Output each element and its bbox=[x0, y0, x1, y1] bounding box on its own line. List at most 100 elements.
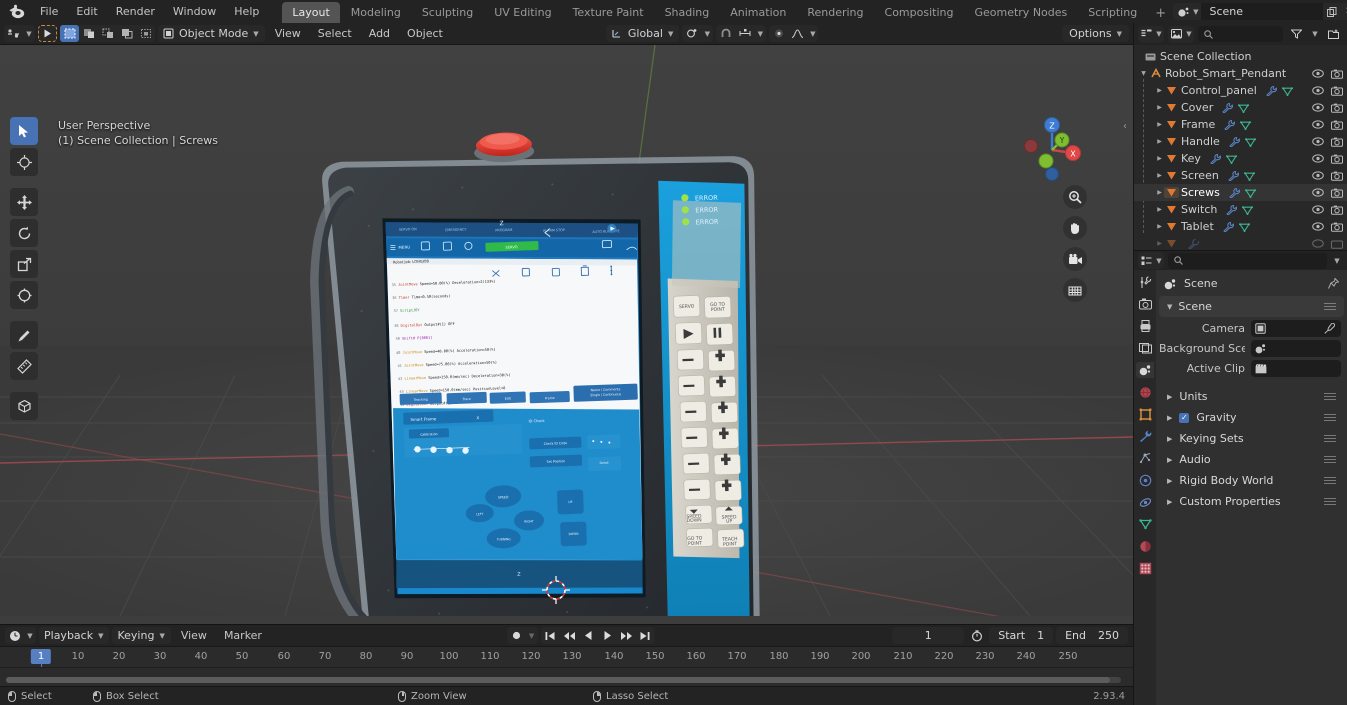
active-clip-field[interactable] bbox=[1251, 360, 1341, 377]
tab-object-data-icon[interactable] bbox=[1136, 516, 1154, 532]
tab-sculpting[interactable]: Sculpting bbox=[412, 2, 483, 23]
new-collection-icon[interactable] bbox=[1324, 26, 1343, 43]
zoom-icon[interactable] bbox=[1063, 185, 1087, 209]
tool-move-icon[interactable] bbox=[10, 188, 38, 216]
background-scene-field[interactable] bbox=[1251, 340, 1341, 357]
outliner-item-frame[interactable]: ▶ Frame bbox=[1134, 116, 1347, 133]
proportional-edit-icon[interactable] bbox=[769, 25, 788, 42]
editor-type-selector[interactable]: ▼ bbox=[4, 25, 35, 42]
tab-tool-icon[interactable] bbox=[1136, 274, 1154, 290]
outliner-item-tablet[interactable]: ▶ Tablet bbox=[1134, 218, 1347, 235]
3d-viewport[interactable]: ERROR ERROR ERROR bbox=[0, 45, 1133, 624]
select-intersect-icon[interactable] bbox=[117, 25, 136, 42]
play-reverse-icon[interactable] bbox=[579, 627, 598, 644]
timeline-menu-view[interactable]: View bbox=[174, 627, 214, 644]
tab-layout[interactable]: Layout bbox=[282, 2, 339, 23]
falloff-caret[interactable]: ▼ bbox=[807, 25, 818, 42]
playback-menu[interactable]: Playback▼ bbox=[39, 627, 109, 644]
section-rigid-body-world[interactable]: ▶ Rigid Body World bbox=[1159, 470, 1344, 491]
tab-particles-icon[interactable] bbox=[1136, 450, 1154, 466]
frame-start-field[interactable]: Start 1 bbox=[989, 627, 1053, 644]
properties-search-input[interactable] bbox=[1168, 253, 1327, 269]
transform-orientation-dropdown[interactable]: Global ▼ bbox=[606, 25, 679, 42]
keying-menu[interactable]: Keying▼ bbox=[112, 627, 170, 644]
tool-select-box-icon[interactable] bbox=[10, 117, 38, 145]
next-keyframe-icon[interactable] bbox=[617, 627, 636, 644]
pivot-caret[interactable]: ▼ bbox=[701, 25, 713, 42]
add-workspace-button[interactable]: + bbox=[1148, 4, 1173, 23]
display-mode-caret[interactable]: ▼ bbox=[1184, 26, 1194, 43]
tool-annotate-icon[interactable] bbox=[10, 321, 38, 349]
record-caret[interactable]: ▼ bbox=[526, 627, 538, 644]
play-icon[interactable] bbox=[598, 627, 617, 644]
tab-scene-icon[interactable] bbox=[1136, 362, 1154, 378]
tool-cursor-icon[interactable] bbox=[10, 148, 38, 176]
timeline-scrollbar[interactable] bbox=[6, 677, 1121, 683]
clock-icon[interactable] bbox=[5, 627, 24, 644]
tool-transform-icon[interactable] bbox=[10, 281, 38, 309]
timeline-ruler[interactable]: 1 10 20 30 40 50 60 70 80 90 100 110 120… bbox=[0, 647, 1133, 668]
pivot-point-icon[interactable] bbox=[682, 25, 701, 42]
select-box-icon[interactable] bbox=[60, 25, 79, 42]
viewport-options-button[interactable]: Options ▼ bbox=[1062, 25, 1129, 42]
record-icon[interactable] bbox=[507, 627, 526, 644]
outliner-type-caret[interactable]: ▼ bbox=[1154, 26, 1164, 43]
menu-render[interactable]: Render bbox=[107, 2, 164, 21]
filter-icon[interactable] bbox=[1287, 26, 1306, 43]
prev-keyframe-icon[interactable] bbox=[560, 627, 579, 644]
properties-editor-type[interactable]: ▼ bbox=[1138, 252, 1164, 269]
snap-group[interactable]: ▼ bbox=[716, 25, 766, 42]
tab-geometry-nodes[interactable]: Geometry Nodes bbox=[964, 2, 1077, 23]
snap-magnet-icon[interactable] bbox=[716, 25, 735, 42]
tab-rendering[interactable]: Rendering bbox=[797, 2, 873, 23]
display-mode-group[interactable]: ▼ bbox=[1168, 26, 1194, 43]
timeline-menu-marker[interactable]: Marker bbox=[217, 627, 269, 644]
filter-caret[interactable]: ▼ bbox=[1310, 26, 1320, 43]
properties-icon[interactable] bbox=[1138, 252, 1154, 269]
jump-start-icon[interactable] bbox=[541, 627, 560, 644]
editor-type-caret[interactable]: ▼ bbox=[23, 25, 35, 42]
outliner-item-partial[interactable]: ▶ bbox=[1134, 235, 1347, 250]
falloff-curve-icon[interactable] bbox=[788, 25, 807, 42]
outliner-item-cover[interactable]: ▶ Cover bbox=[1134, 99, 1347, 116]
menu-window[interactable]: Window bbox=[164, 2, 225, 21]
pin-icon[interactable] bbox=[1328, 278, 1339, 289]
tab-view-layer-icon[interactable] bbox=[1136, 340, 1154, 356]
tool-add-cube-icon[interactable] bbox=[10, 392, 38, 420]
tab-uv-editing[interactable]: UV Editing bbox=[484, 2, 561, 23]
timeline-strip[interactable]: 1 10 20 30 40 50 60 70 80 90 100 110 120… bbox=[0, 646, 1133, 686]
outliner-root-object[interactable]: ▼ Robot_Smart_Pendant bbox=[1134, 65, 1347, 82]
outliner-editor-type[interactable]: ▼ bbox=[1138, 26, 1164, 43]
outliner-item-screws[interactable]: ▶ Screws bbox=[1134, 184, 1347, 201]
section-keying-sets[interactable]: ▶ Keying Sets bbox=[1159, 428, 1344, 449]
tool-scale-icon[interactable] bbox=[10, 250, 38, 278]
timeline-type-caret[interactable]: ▼ bbox=[24, 627, 36, 644]
outliner-item-handle[interactable]: ▶ Handle bbox=[1134, 133, 1347, 150]
scene-panel-header[interactable]: ▼ Scene bbox=[1159, 296, 1344, 317]
viewport-menu-select[interactable]: Select bbox=[311, 25, 359, 42]
select-extend-icon[interactable] bbox=[79, 25, 98, 42]
outliner-item-switch[interactable]: ▶ Switch bbox=[1134, 201, 1347, 218]
current-frame-field[interactable]: 1 bbox=[892, 627, 964, 644]
menu-file[interactable]: File bbox=[31, 2, 67, 21]
properties-type-caret[interactable]: ▼ bbox=[1154, 252, 1164, 269]
tab-object-icon[interactable] bbox=[1136, 406, 1154, 422]
viewport-menu-add[interactable]: Add bbox=[362, 25, 397, 42]
tool-cursor-group[interactable] bbox=[38, 25, 57, 42]
tab-world-icon[interactable] bbox=[1136, 384, 1154, 400]
outliner-tree[interactable]: Scene Collection ▼ Robot_Smart_Pendant bbox=[1134, 45, 1347, 250]
delete-scene-icon[interactable]: ✕ bbox=[1340, 3, 1347, 20]
tab-texture-paint[interactable]: Texture Paint bbox=[563, 2, 654, 23]
perspective-ortho-icon[interactable] bbox=[1063, 278, 1087, 302]
tab-shading[interactable]: Shading bbox=[655, 2, 720, 23]
viewport-menu-view[interactable]: View bbox=[268, 25, 308, 42]
tab-modeling[interactable]: Modeling bbox=[341, 2, 411, 23]
properties-options-caret[interactable]: ▼ bbox=[1331, 252, 1343, 269]
pan-hand-icon[interactable] bbox=[1063, 216, 1087, 240]
tab-constraints-icon[interactable] bbox=[1136, 494, 1154, 510]
editor-type-icon[interactable] bbox=[4, 25, 23, 42]
tool-rotate-icon[interactable] bbox=[10, 219, 38, 247]
outliner-item-control-panel[interactable]: ▶ Control_panel bbox=[1134, 82, 1347, 99]
section-audio[interactable]: ▶ Audio bbox=[1159, 449, 1344, 470]
proportional-edit-group[interactable]: ▼ bbox=[769, 25, 818, 42]
